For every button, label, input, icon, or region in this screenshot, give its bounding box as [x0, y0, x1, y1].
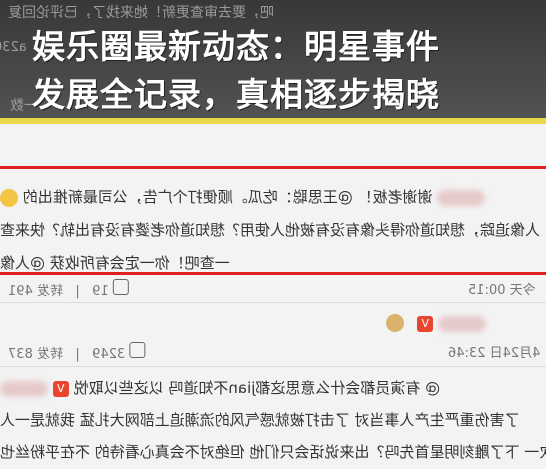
headline-line-2: 发展全记录，真相逐步揭晓 [32, 75, 440, 114]
ghost-text-top: 吧，要去审查更新！她来找了，已评论回复 [8, 5, 274, 21]
headline-banner: 吧，要去审查更新！她来找了，已评论回复 a230 一数 娱乐圈最新动态：明星事件… [0, 0, 546, 118]
headline-line-1: 娱乐圈最新动态：明星事件 [32, 27, 440, 66]
ghost-text-mid: a230 [0, 40, 27, 55]
comment-1-line-2: 人像追踪，想知道你得头像有没有被他人使用？想知道你老婆有没有出轨？快来查 [0, 221, 541, 239]
blurred-avatar-icon [437, 189, 486, 206]
like-thumb-icon[interactable] [129, 342, 146, 358]
red-underline-bottom [0, 272, 546, 275]
comment-1-meta: 19 | 转发 491 今天 00:15 [0, 279, 546, 299]
emoji-icon [0, 188, 18, 207]
comment-3-line-3: 次一 下了雕刻明星首先吗？出来说话会只们他 但绝对不会真心看待的 不在乎粉丝也 [0, 443, 546, 461]
divider-2 [0, 366, 546, 367]
mirrored-comment-screenshot: 谢谢老板！ @王思聪：吃瓜。顺便打个广告，公司最新推出的 人像追踪，想知道你得头… [0, 124, 546, 469]
comment-1-line-3: 一查吧！你一定会有所收获 @人像 [0, 254, 230, 272]
comment-2-meta: 3249 | 转发 837 4月24日 23:46 [0, 342, 546, 362]
comment-1-line-1: 谢谢老板！ @王思聪：吃瓜。顺便打个广告，公司最新推出的 [0, 186, 546, 207]
red-underline-top [0, 166, 546, 169]
comment-3-line-2: 了害伤重严生产人事当对 了击打被就感气风的流潮追上部网大扎猛 我就是一人 [0, 411, 520, 429]
avatar-icon [386, 314, 404, 332]
vip-badge-icon: V [417, 315, 434, 332]
comment-3-line-1: @ 有演员都会什么意思这都jian不知道吗 以这些以取悦 V [0, 377, 546, 398]
divider-1 [0, 302, 546, 303]
vip-badge-icon: V [52, 380, 69, 397]
blurred-username [438, 315, 486, 332]
blurred-username [0, 380, 48, 397]
like-thumb-icon[interactable] [112, 279, 129, 295]
